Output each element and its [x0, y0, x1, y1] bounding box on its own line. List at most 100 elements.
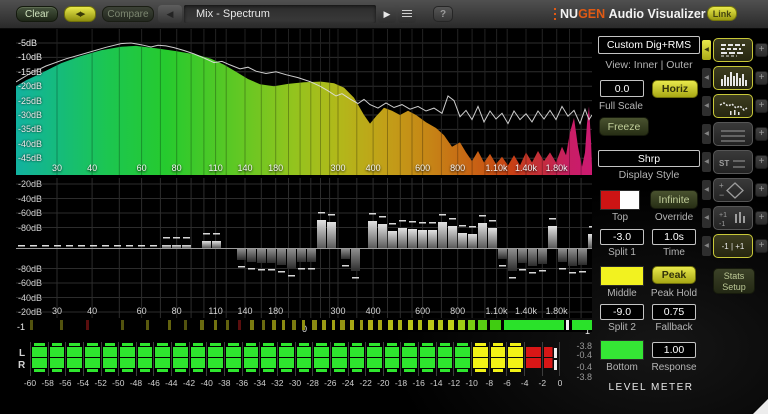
- correlation-tick: [572, 320, 592, 330]
- play-button[interactable]: ▶: [378, 5, 396, 23]
- spectrum-bars-view-button[interactable]: [713, 66, 753, 90]
- meter-rms-segment: [492, 343, 504, 346]
- meter-segment-column: [207, 342, 226, 376]
- add-view-button[interactable]: +: [755, 127, 768, 141]
- freeze-button[interactable]: Freeze: [599, 117, 649, 136]
- meter-readout: -0.4: [576, 350, 592, 360]
- meter-rms-segment: [104, 369, 116, 372]
- correlation-tick: [468, 320, 475, 330]
- middle-color-swatch[interactable]: [600, 266, 644, 286]
- meter-segment-column: [119, 342, 137, 376]
- meter-peak-segment: [261, 358, 276, 368]
- split1-input[interactable]: -3.0: [600, 229, 644, 245]
- preset-list-button[interactable]: [398, 5, 416, 23]
- add-view-button[interactable]: +: [755, 155, 768, 169]
- stereo-wave-view-button[interactable]: ST: [713, 150, 753, 174]
- preset-prev-button[interactable]: ◀: [158, 5, 182, 23]
- meter-peak-segment: [314, 358, 329, 368]
- meter-peak-segment: [490, 347, 506, 357]
- strip-collapse-tab[interactable]: ◀: [702, 96, 711, 116]
- fallback-input[interactable]: 0.75: [652, 304, 696, 320]
- view-mode-label[interactable]: View: Inner | Outer: [596, 60, 702, 71]
- override-button[interactable]: Infinite: [650, 190, 698, 209]
- add-view-button[interactable]: +: [755, 71, 768, 85]
- strip-collapse-tab[interactable]: ◀: [702, 208, 711, 228]
- meter-segment-column: [349, 342, 367, 376]
- meter-rms-segment: [210, 369, 222, 372]
- meter-peak-segment: [67, 347, 82, 357]
- meter-segment-column: [66, 342, 84, 376]
- meter-peak-hold-tick-left: [554, 348, 557, 358]
- meter-rms-segment: [492, 369, 504, 372]
- strip-collapse-tab[interactable]: ◀: [702, 180, 711, 200]
- correlation-tick: [302, 320, 305, 330]
- response-input[interactable]: 1.00: [652, 342, 696, 358]
- meter-view-button[interactable]: [713, 38, 753, 62]
- display-style-selector[interactable]: Shrp: [598, 150, 700, 167]
- split-plot: [16, 178, 592, 318]
- correlation-tick: [418, 320, 422, 330]
- vectorscope-view-button[interactable]: + −: [713, 178, 753, 202]
- spectrum-line-view-button[interactable]: [713, 94, 753, 118]
- strip-collapse-tab[interactable]: ◀: [702, 124, 711, 144]
- strip-collapse-tab[interactable]: ◀: [702, 152, 711, 172]
- meter-rms-segment: [263, 343, 274, 346]
- correlation-tick: [398, 320, 402, 330]
- spectrum-freq-tick-label: 1.10k: [485, 163, 508, 173]
- correlation-tick: [408, 320, 413, 330]
- meter-peak-segment: [32, 358, 47, 368]
- preset-dropdown[interactable]: Mix - Spectrum: [184, 5, 376, 23]
- meter-peak-segment: [455, 347, 471, 357]
- peak-meter-view-button[interactable]: +1 -1: [713, 206, 753, 230]
- strip-collapse-tab[interactable]: ◀: [702, 40, 711, 60]
- meter-rms-segment: [333, 369, 345, 372]
- add-view-button[interactable]: +: [755, 43, 768, 57]
- clear-button[interactable]: Clear: [16, 6, 58, 22]
- meter-scale-label: -54: [76, 378, 90, 388]
- split-freq-tick-label: 180: [268, 306, 284, 316]
- meter-peak-segment: [208, 347, 224, 357]
- correlation-tick: [60, 320, 63, 330]
- strip-collapse-tab[interactable]: ◀: [702, 236, 711, 256]
- split2-input[interactable]: -9.0: [600, 304, 644, 320]
- correlation-tick: [322, 320, 326, 330]
- help-button[interactable]: ?: [433, 6, 453, 22]
- peak-button[interactable]: Peak: [652, 266, 696, 284]
- meter-scale-label: -58: [41, 378, 54, 388]
- meter-scale-label: -44: [165, 378, 178, 388]
- link-button[interactable]: Link: [707, 6, 737, 21]
- swap-ab-button[interactable]: ◀▶: [64, 6, 96, 22]
- bottom-color-swatch[interactable]: [600, 340, 644, 360]
- meter-rms-segment: [245, 369, 257, 372]
- stats-setup-button[interactable]: Stats Setup: [713, 268, 755, 294]
- meter-segment-column: [437, 342, 455, 376]
- full-scale-input[interactable]: 0.0: [600, 80, 644, 97]
- add-view-button[interactable]: +: [755, 99, 768, 113]
- strip-collapse-tab[interactable]: ◀: [702, 68, 711, 88]
- split-freq-tick-label: 800: [450, 306, 466, 316]
- split-freq-tick-label: 400: [365, 306, 381, 316]
- horiz-button[interactable]: Horiz: [652, 80, 698, 98]
- correlation-tick: [282, 320, 285, 330]
- balance-view-button[interactable]: -1 | +1: [713, 234, 753, 258]
- meter-rms-segment: [192, 343, 204, 346]
- top-color-swatch[interactable]: [600, 190, 640, 210]
- meter-peak-segment: [243, 347, 259, 357]
- logo-rest: Audio Visualizer: [608, 7, 706, 21]
- add-view-button[interactable]: +: [755, 183, 768, 197]
- top-color-left: [601, 191, 620, 209]
- add-view-button[interactable]: +: [755, 239, 768, 253]
- correlation-tick: [458, 320, 465, 330]
- meter-mode-selector[interactable]: Custom Dig+RMS: [598, 36, 700, 54]
- multi-wave-view-button[interactable]: [713, 122, 753, 146]
- meter-segment-column: [331, 342, 349, 376]
- time-input[interactable]: 1.0s: [652, 229, 696, 245]
- add-view-button[interactable]: +: [755, 211, 768, 225]
- meter-segment-column: [472, 342, 490, 376]
- compare-button[interactable]: Compare: [102, 6, 154, 22]
- correlation-strip: -1 0 1: [16, 320, 592, 336]
- meter-peak-segment: [437, 347, 453, 357]
- meter-segment-column: [543, 342, 561, 376]
- meter-segment-column: [260, 342, 278, 376]
- meter-scale-label: -2: [538, 378, 547, 388]
